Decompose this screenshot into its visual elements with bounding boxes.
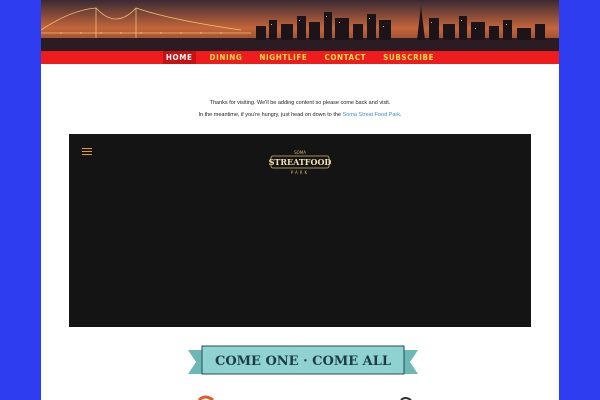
streatfood-park-logo: SOMA STREATFOOD PARK	[269, 150, 332, 175]
intro-line-2-suffix: .	[400, 112, 402, 118]
intro-text: Thanks for visiting. We'll be adding con…	[41, 97, 559, 121]
skyline-image	[41, 0, 559, 51]
nav-item-nightlife[interactable]: NIGHTLIFE	[256, 51, 310, 64]
nav-item-subscribe[interactable]: SUBSCRIBE	[380, 51, 437, 64]
ribbon-text: COME ONE · COME ALL	[215, 354, 391, 369]
intro-line-2-prefix: In the meantime, if you're hungry, just …	[198, 112, 341, 118]
nav-item-contact[interactable]: CONTACT	[321, 51, 369, 64]
intro-line-2: In the meantime, if you're hungry, just …	[41, 109, 559, 121]
menu-icon[interactable]	[82, 148, 92, 156]
logo-title-text: STREATFOOD	[269, 157, 332, 167]
main-nav: HOME DINING NIGHTLIFE CONTACT SUBSCRIBE	[41, 51, 559, 64]
logo-sub-text: PARK	[291, 170, 309, 175]
decorative-arrow	[197, 395, 412, 400]
header-banner	[41, 0, 559, 51]
come-one-come-all-banner: COME ONE · COME ALL	[188, 345, 418, 375]
logo-top-text: SOMA	[294, 150, 306, 155]
soma-streat-food-park-link[interactable]: Soma Streat Food Park	[343, 112, 400, 118]
nav-item-home[interactable]: HOME	[162, 51, 196, 64]
nav-item-dining[interactable]: DINING	[207, 51, 246, 64]
intro-line-1: Thanks for visiting. We'll be adding con…	[209, 100, 391, 106]
page-content: HOME DINING NIGHTLIFE CONTACT SUBSCRIBE …	[41, 0, 559, 400]
embedded-video-panel[interactable]: SOMA STREATFOOD PARK	[69, 134, 531, 327]
